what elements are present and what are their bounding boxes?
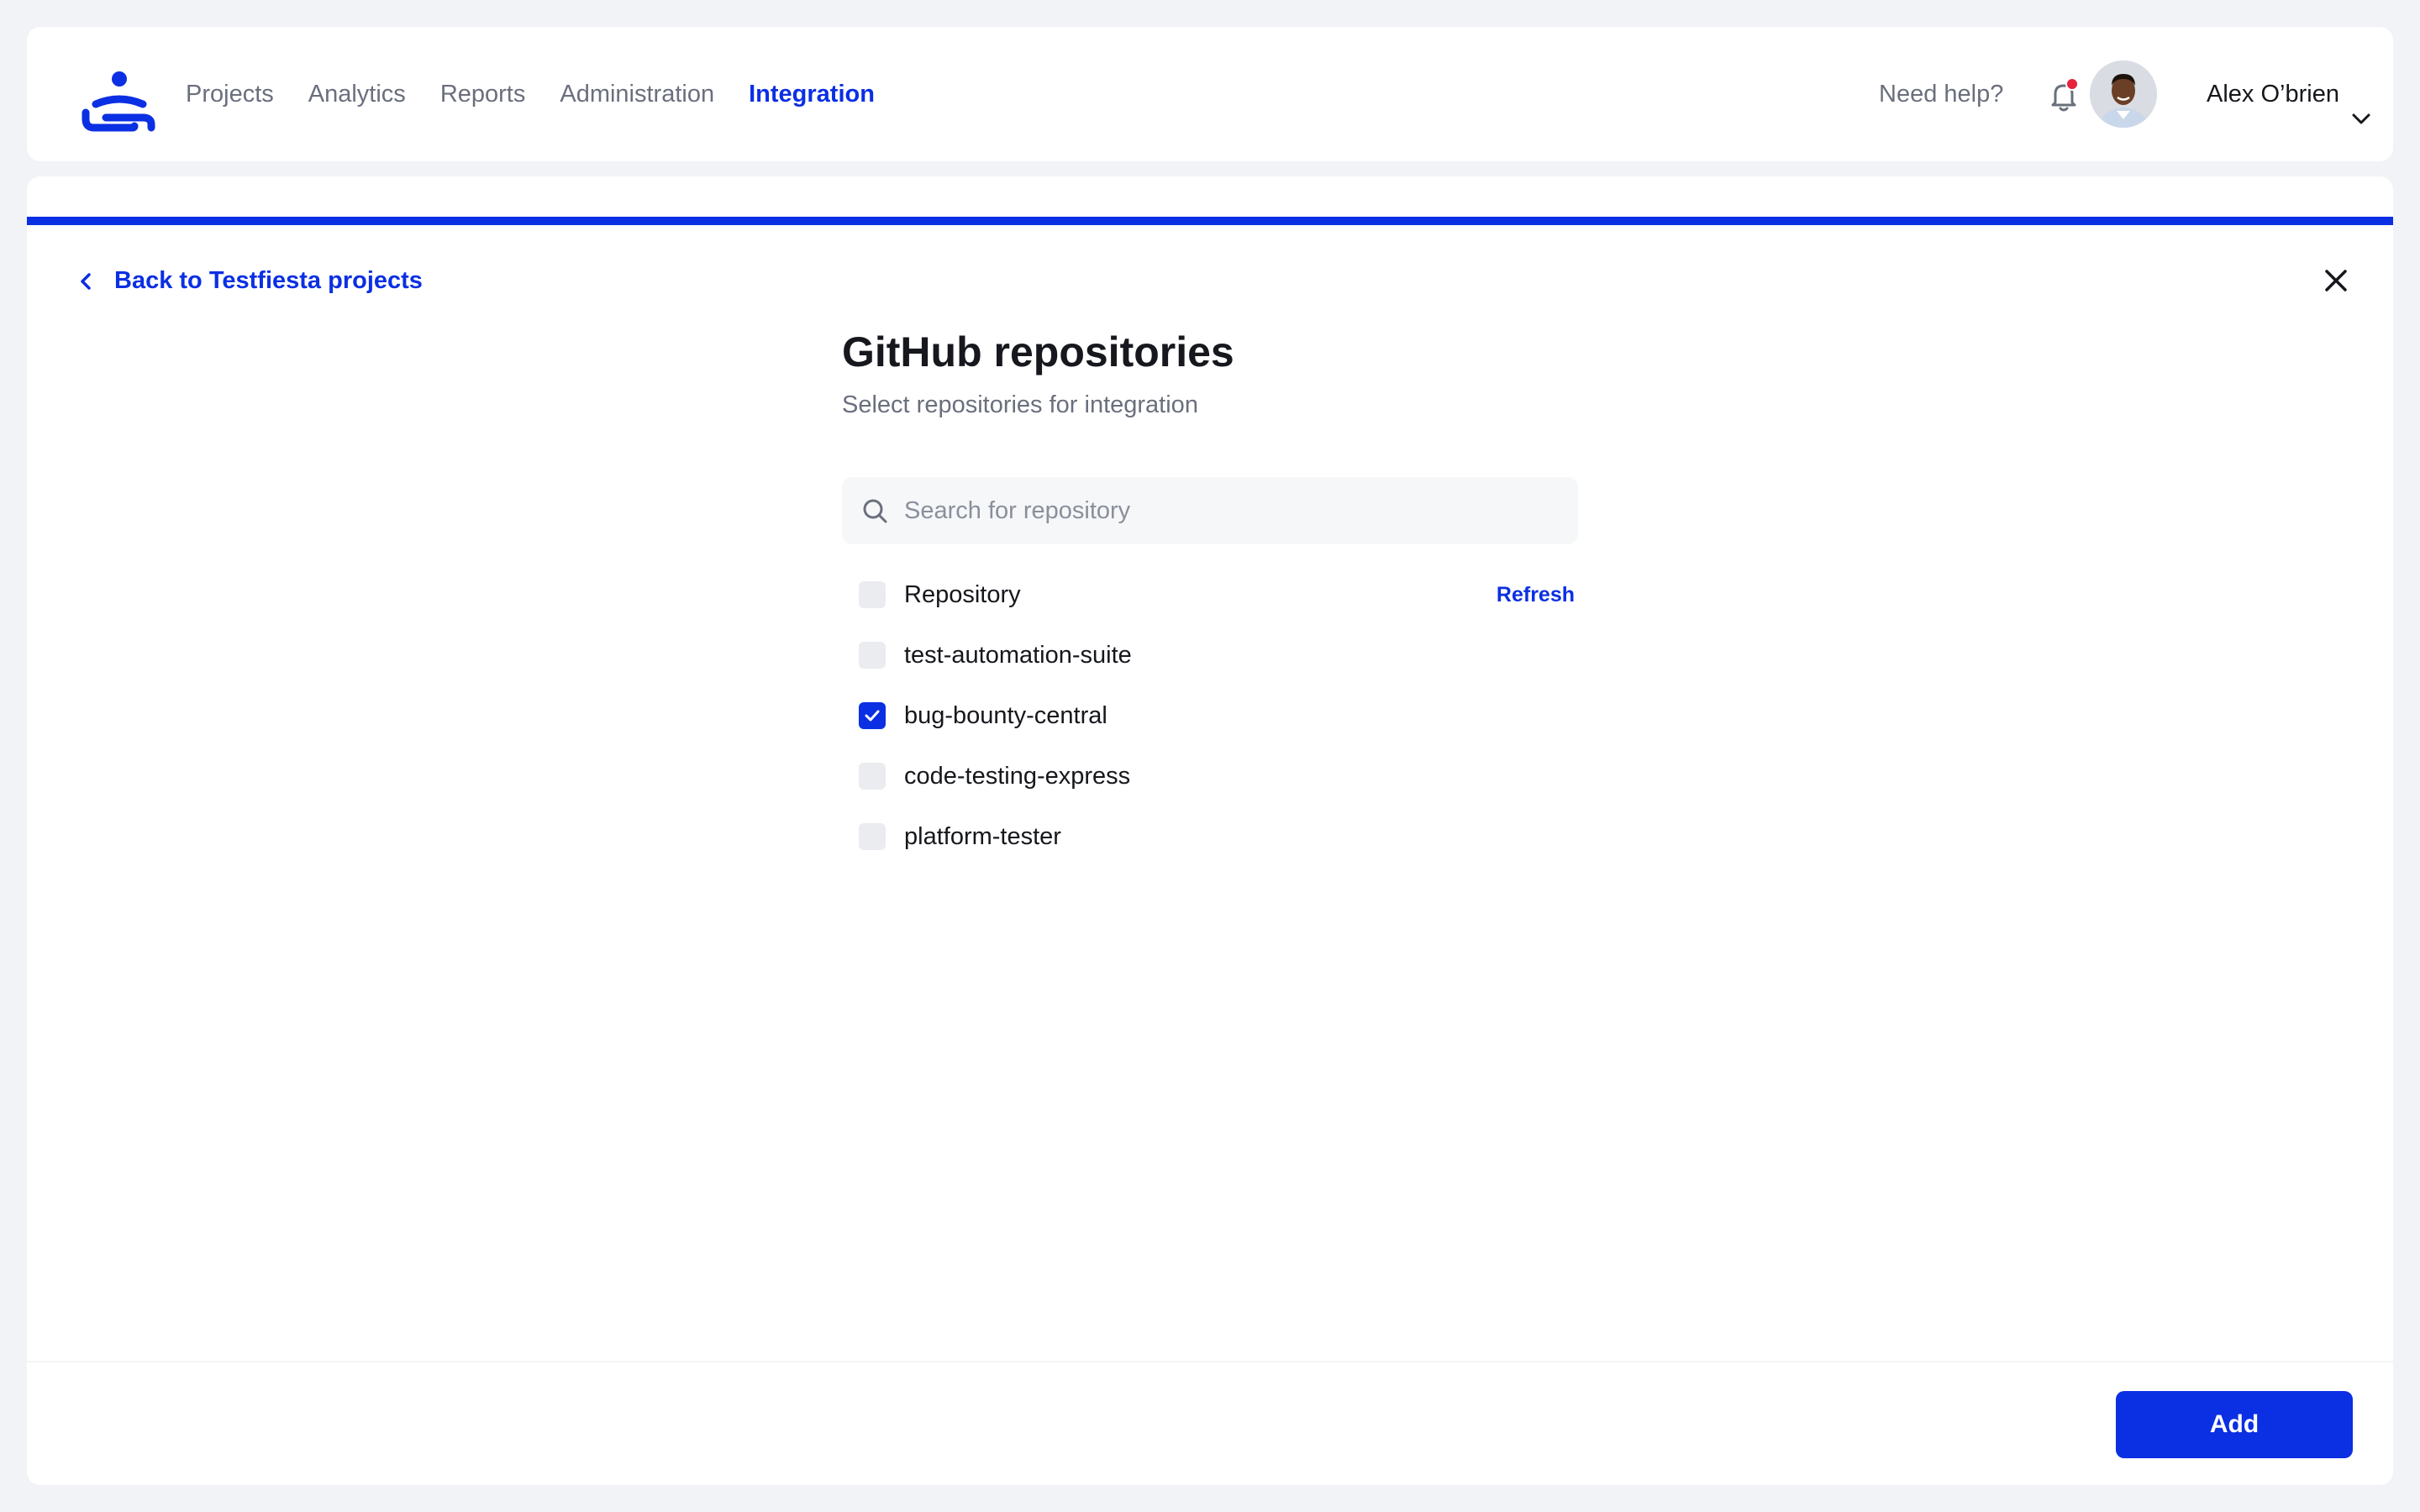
nav-integration[interactable]: Integration — [749, 81, 875, 108]
wizard-progress-fill — [27, 217, 2393, 225]
search-icon — [863, 499, 887, 523]
search-input[interactable] — [902, 496, 1544, 526]
back-to-projects-link[interactable]: Back to Testfiesta projects — [74, 267, 423, 295]
list-item: bug-bounty-central — [842, 685, 1578, 746]
repository-list: Repository Refresh test-automation-suite… — [842, 564, 1578, 867]
list-item: platform-tester — [842, 806, 1578, 867]
need-help-link[interactable]: Need help? — [1879, 27, 2003, 161]
check-icon — [865, 710, 880, 722]
list-item: code-testing-express — [842, 746, 1578, 806]
repo-name: bug-bounty-central — [904, 701, 1107, 729]
repo-name: test-automation-suite — [904, 641, 1132, 669]
repo-checkbox[interactable] — [859, 642, 886, 669]
nav-projects[interactable]: Projects — [186, 81, 274, 108]
select-all-row: Repository Refresh — [842, 564, 1578, 625]
page-subtitle: Select repositories for integration — [842, 391, 1198, 418]
avatar[interactable] — [2090, 60, 2157, 128]
repository-column-label: Repository — [904, 580, 1021, 608]
repo-name: code-testing-express — [904, 762, 1131, 790]
chevron-left-icon — [81, 272, 91, 290]
select-all-checkbox[interactable] — [859, 581, 886, 608]
bell-icon[interactable] — [2044, 76, 2084, 116]
repo-name: platform-tester — [904, 822, 1061, 850]
footer-divider — [27, 1361, 2393, 1362]
user-name[interactable]: Alex O’brien — [2207, 27, 2339, 161]
close-icon[interactable] — [2319, 264, 2353, 297]
chevron-down-icon[interactable] — [2349, 108, 2373, 131]
add-button[interactable]: Add — [2116, 1391, 2353, 1458]
logo-icon[interactable] — [81, 71, 163, 138]
repo-checkbox[interactable] — [859, 763, 886, 790]
wizard-progress — [27, 217, 2393, 225]
nav-administration[interactable]: Administration — [560, 81, 714, 108]
refresh-button[interactable]: Refresh — [1497, 564, 1575, 625]
notification-dot — [2065, 77, 2079, 91]
list-item: test-automation-suite — [842, 625, 1578, 685]
nav-reports[interactable]: Reports — [440, 81, 526, 108]
nav-analytics[interactable]: Analytics — [308, 81, 406, 108]
back-link-label: Back to Testfiesta projects — [114, 267, 423, 294]
page-title: GitHub repositories — [842, 328, 1234, 375]
top-header: Projects Analytics Reports Administratio… — [27, 27, 2393, 161]
repo-checkbox[interactable] — [859, 702, 886, 729]
repo-checkbox[interactable] — [859, 823, 886, 850]
main-nav: Projects Analytics Reports Administratio… — [186, 27, 909, 161]
integration-panel: Back to Testfiesta projects GitHub repos… — [27, 176, 2393, 1485]
search-box — [842, 477, 1578, 544]
